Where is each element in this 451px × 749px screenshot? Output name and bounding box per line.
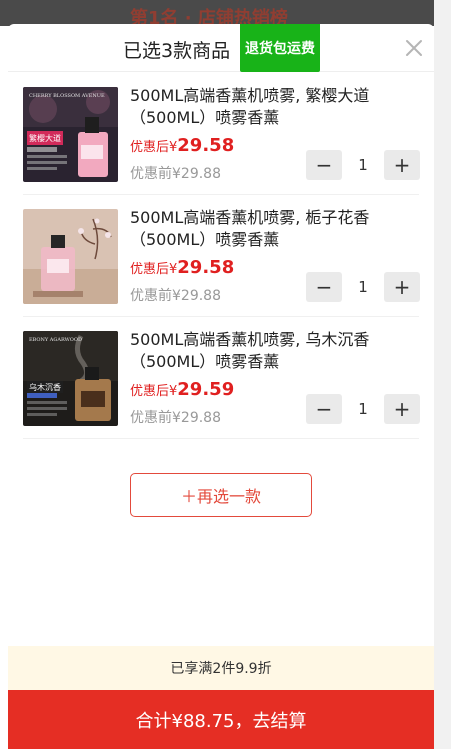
- quantity-value[interactable]: 1: [342, 394, 384, 424]
- price-after-value: 29.58: [177, 135, 235, 156]
- price-after-label: 优惠后¥: [130, 140, 178, 155]
- increase-button[interactable]: +: [384, 150, 420, 180]
- cart-item-3: 乌木沉香 EBONY AGARWOOD 500ML高端香薰机喷雾, 乌木沉香（5…: [8, 317, 434, 439]
- quantity-value[interactable]: 1: [342, 150, 384, 180]
- page-edge: [434, 0, 451, 749]
- price-before-discount: 优惠前¥29.88: [130, 410, 221, 426]
- increase-button[interactable]: +: [384, 272, 420, 302]
- decrease-button[interactable]: −: [306, 150, 342, 180]
- quantity-value[interactable]: 1: [342, 272, 384, 302]
- return-shipping-badge: 退货包运费: [240, 24, 320, 72]
- thumb-top-text: EBONY AGARWOOD: [29, 337, 82, 343]
- price-after-discount: 优惠后¥29.58: [130, 135, 234, 156]
- decrease-button[interactable]: −: [306, 394, 342, 424]
- product-name: 500ML高端香薰机喷雾, 繁樱大道（500ML）喷雾香薰: [130, 86, 370, 127]
- price-after-discount: 优惠后¥29.59: [130, 379, 234, 400]
- increase-button[interactable]: +: [384, 394, 420, 424]
- price-after-discount: 优惠后¥29.58: [130, 257, 234, 278]
- thumb-caption: 繁樱大道: [29, 133, 61, 143]
- sheet-header: 已选3款商品 退货包运费: [8, 24, 434, 72]
- product-name: 500ML高端香薰机喷雾, 栀子花香（500ML）喷雾香薰: [130, 208, 370, 249]
- product-name: 500ML高端香薰机喷雾, 乌木沉香（500ML）喷雾香薰: [130, 330, 370, 371]
- price-after-label: 优惠后¥: [130, 262, 178, 277]
- thumb-caption: 乌木沉香: [29, 382, 61, 392]
- product-image-cherry[interactable]: 繁樱大道 CHERRY BLOSSOM AVENUE: [23, 87, 118, 182]
- price-after-value: 29.59: [177, 379, 235, 400]
- backdrop-ranking-text: 第1名 · 店铺热销榜: [130, 8, 288, 26]
- quantity-stepper: − 1 +: [306, 272, 420, 302]
- product-image-gardenia[interactable]: [23, 209, 118, 304]
- thumb-top-text: CHERRY BLOSSOM AVENUE: [29, 93, 105, 99]
- close-button[interactable]: [402, 36, 426, 60]
- price-before-discount: 优惠前¥29.88: [130, 166, 221, 182]
- decrease-button[interactable]: −: [306, 272, 342, 302]
- page-title: 已选3款商品: [123, 40, 231, 62]
- add-another-button[interactable]: ＋再选一款: [130, 473, 312, 517]
- cart-item-2: 500ML高端香薰机喷雾, 栀子花香（500ML）喷雾香薰 优惠后¥29.58 …: [8, 195, 434, 317]
- checkout-button[interactable]: 合计¥88.75，去结算: [8, 690, 434, 749]
- item-divider: [23, 438, 419, 439]
- backdrop: 第1名 · 店铺热销榜: [0, 0, 451, 26]
- price-after-label: 优惠后¥: [130, 384, 178, 399]
- cart-sheet: 已选3款商品 退货包运费 繁樱大道 CHERRY BLOSSOM AVENUE …: [8, 24, 434, 749]
- price-after-value: 29.58: [177, 257, 235, 278]
- price-before-discount: 优惠前¥29.88: [130, 288, 221, 304]
- quantity-stepper: − 1 +: [306, 150, 420, 180]
- promo-banner: 已享满2件9.9折: [8, 646, 434, 690]
- quantity-stepper: − 1 +: [306, 394, 420, 424]
- close-icon: [406, 40, 422, 56]
- cart-item-1: 繁樱大道 CHERRY BLOSSOM AVENUE 500ML高端香薰机喷雾,…: [8, 73, 434, 195]
- product-image-agarwood[interactable]: 乌木沉香 EBONY AGARWOOD: [23, 331, 118, 426]
